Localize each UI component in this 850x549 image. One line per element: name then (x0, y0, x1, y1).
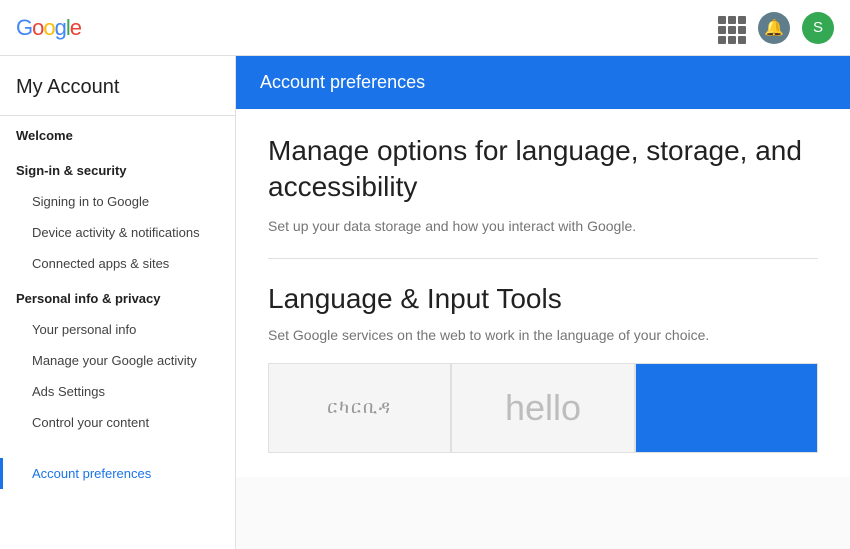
hello-text: hello (505, 387, 581, 429)
lang-card-script: ርካርቢዳ (268, 363, 451, 453)
sidebar-section-header-signin: Sign-in & security (16, 163, 219, 178)
app-header: Google 🔔 S (0, 0, 850, 56)
script-text: ርካርቢዳ (327, 397, 392, 418)
notifications-icon[interactable]: 🔔 (758, 12, 790, 44)
main-layout: My Account Welcome Sign-in & security Si… (0, 56, 850, 549)
sidebar-title: My Account (0, 56, 235, 116)
sidebar-item-ads-settings[interactable]: Ads Settings (0, 376, 235, 407)
lang-card-accent (635, 363, 818, 453)
google-logo: Google (16, 15, 81, 41)
section2-heading: Language & Input Tools (268, 283, 818, 315)
main-subtext: Set up your data storage and how you int… (268, 218, 818, 234)
avatar[interactable]: S (802, 12, 834, 44)
section-divider (268, 258, 818, 259)
header-right: 🔔 S (714, 12, 834, 44)
content-header: Account preferences (236, 56, 850, 109)
sidebar: My Account Welcome Sign-in & security Si… (0, 56, 236, 549)
sidebar-item-your-personal-info[interactable]: Your personal info (0, 314, 235, 345)
section2-subtext: Set Google services on the web to work i… (268, 327, 818, 343)
sidebar-item-manage-google-activity[interactable]: Manage your Google activity (0, 345, 235, 376)
sidebar-section-welcome: Welcome (0, 116, 235, 151)
sidebar-item-connected-apps[interactable]: Connected apps & sites (0, 248, 235, 279)
content-header-title: Account preferences (260, 72, 425, 92)
sidebar-section-account-prefs (0, 438, 235, 458)
header-left: Google (16, 15, 81, 41)
logo-o2: o (43, 15, 54, 41)
sidebar-section-signin: Sign-in & security (0, 151, 235, 186)
main-heading: Manage options for language, storage, an… (268, 133, 818, 206)
sidebar-item-control-content[interactable]: Control your content (0, 407, 235, 438)
logo-g: G (16, 15, 32, 41)
lang-card-hello: hello (451, 363, 634, 453)
sidebar-item-device-activity[interactable]: Device activity & notifications (0, 217, 235, 248)
logo-o1: o (32, 15, 43, 41)
sidebar-section-personal: Personal info & privacy (0, 279, 235, 314)
sidebar-section-header-personal: Personal info & privacy (16, 291, 219, 306)
content-area: Account preferences Manage options for l… (236, 56, 850, 549)
sidebar-section-header-welcome: Welcome (16, 128, 219, 143)
logo-e: e (70, 15, 81, 41)
apps-grid-icon[interactable] (714, 12, 746, 44)
content-body: Manage options for language, storage, an… (236, 109, 850, 477)
language-card-row: ርካርቢዳ hello (268, 363, 818, 453)
logo-g2: g (55, 15, 66, 41)
sidebar-item-account-preferences[interactable]: Account preferences (0, 458, 235, 489)
sidebar-item-signing-in[interactable]: Signing in to Google (0, 186, 235, 217)
